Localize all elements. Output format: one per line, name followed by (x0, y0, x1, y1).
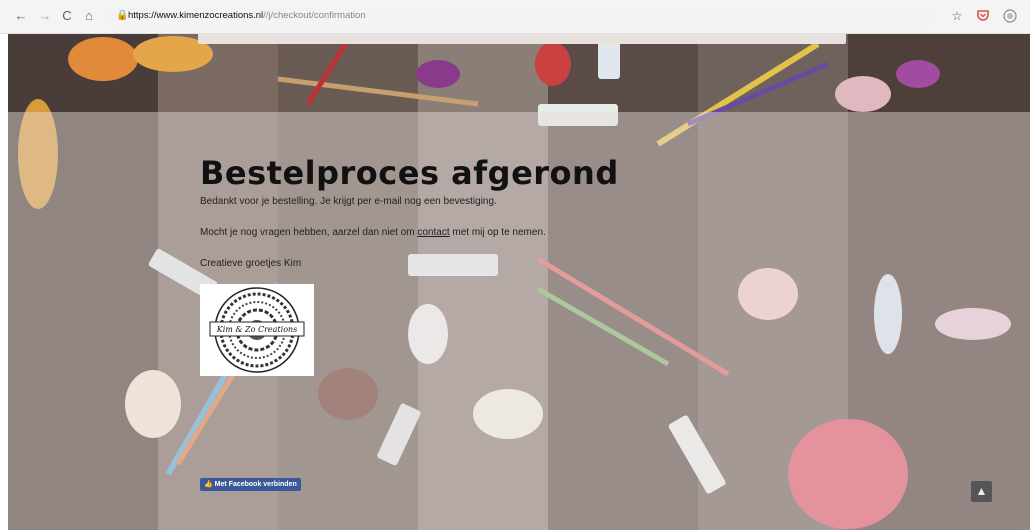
url-text: https://www.kimenzocreations.nl//j/check… (128, 10, 366, 21)
forward-icon[interactable]: → (38, 9, 52, 23)
page-viewport: Bestelproces afgerond Bedankt voor je be… (8, 34, 1030, 530)
address-bar[interactable]: 🔒 https://www.kimenzocreations.nl//j/che… (106, 7, 936, 27)
site-header-bar (198, 34, 846, 44)
chevron-up-icon: ▲ (975, 484, 988, 498)
contact-link[interactable]: contact (417, 227, 449, 238)
svg-text:Kim & Zo Creations: Kim & Zo Creations (216, 325, 298, 334)
browser-toolbar: ← → C ⌂ 🔒 https://www.kimenzocreations.n… (0, 0, 1030, 34)
page-title: Bestelproces afgerond (200, 154, 619, 192)
lock-icon: 🔒 (116, 10, 129, 21)
facebook-connect-button[interactable]: 👍 Met Facebook verbinden (200, 478, 301, 491)
thumbs-up-icon: 👍 (204, 481, 213, 488)
profile-extension-icon[interactable] (1003, 9, 1017, 23)
back-icon[interactable]: ← (14, 9, 28, 23)
questions-text: Mocht je nog vragen hebben, aarzel dan n… (200, 227, 546, 238)
bookmark-star-icon[interactable]: ☆ (950, 9, 964, 23)
reload-icon[interactable]: C (60, 9, 74, 23)
kim-zo-creations-logo: Kim & Zo Creations (200, 284, 314, 376)
thanks-text: Bedankt voor je bestelling. Je krijgt pe… (200, 196, 497, 207)
scroll-to-top-button[interactable]: ▲ (971, 481, 992, 502)
home-icon[interactable]: ⌂ (82, 9, 96, 23)
signoff-text: Creatieve groetjes Kim (200, 258, 302, 269)
confirmation-content: Bestelproces afgerond Bedankt voor je be… (200, 154, 760, 269)
pocket-extension-icon[interactable] (976, 9, 990, 23)
